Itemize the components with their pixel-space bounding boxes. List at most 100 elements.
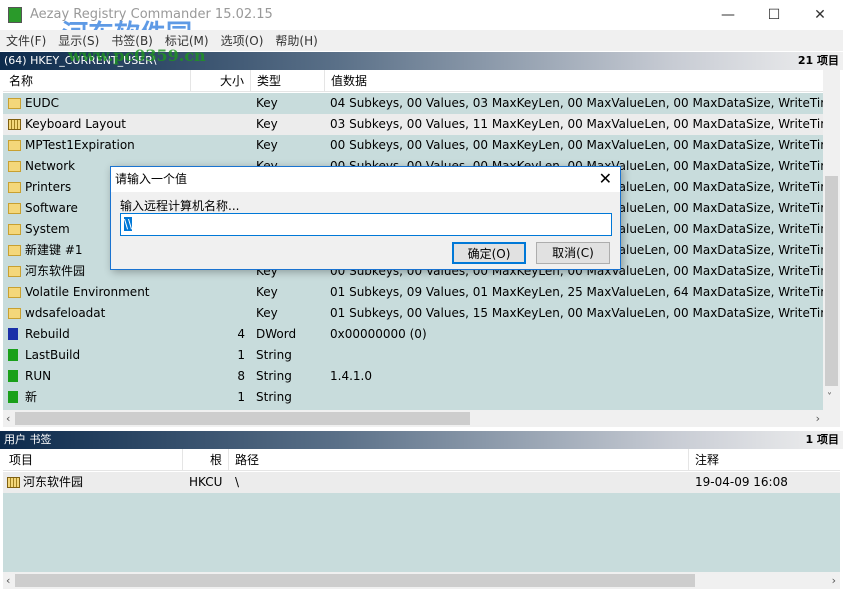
menu-help[interactable]: 帮助(H)	[269, 30, 323, 51]
list-item[interactable]: EUDC Key 04 Subkeys, 00 Values, 03 MaxKe…	[3, 93, 823, 114]
string-value-icon	[8, 391, 18, 403]
folder-icon	[8, 308, 21, 319]
item-size: 1	[237, 390, 245, 404]
item-name: Keyboard Layout	[25, 117, 127, 131]
bookmark-root: HKCU	[189, 475, 223, 489]
item-name: System	[25, 222, 70, 236]
col-type[interactable]: 类型	[251, 70, 325, 92]
item-type: String	[256, 348, 292, 362]
app-icon	[8, 7, 22, 23]
folder-icon	[8, 140, 21, 151]
item-size: 1	[237, 348, 245, 362]
item-name: RUN	[25, 369, 52, 383]
item-data: 03 Subkeys, 00 Values, 11 MaxKeyLen, 00 …	[330, 117, 823, 131]
list-item[interactable]: wdsafeloadat Key 01 Subkeys, 00 Values, …	[3, 303, 823, 324]
bookmarks-horizontal-scrollbar[interactable]: ‹ ›	[3, 572, 840, 589]
title-bar: Aezay Registry Commander 15.02.15 河东软件园 …	[0, 0, 843, 50]
col-size[interactable]: 大小	[191, 70, 251, 92]
list-item[interactable]: RUN 8 String 1.4.1.0	[3, 366, 823, 387]
item-type: Key	[256, 96, 278, 110]
item-data: 1.4.1.0	[330, 369, 372, 383]
col-path[interactable]: 路径	[229, 449, 689, 471]
item-size: 8	[237, 369, 245, 383]
computer-name-input[interactable]: \\	[120, 213, 612, 236]
item-type: Key	[256, 306, 278, 320]
watermark-url: www.pc0359.cn	[68, 46, 206, 65]
scroll-left-icon[interactable]: ‹	[6, 572, 10, 589]
scroll-right-icon[interactable]: ›	[816, 410, 820, 427]
maximize-button[interactable]: ☐	[751, 0, 797, 30]
item-count: 21 项目	[797, 54, 839, 67]
item-type: String	[256, 390, 292, 404]
item-type: DWord	[256, 327, 297, 341]
list-item[interactable]: Rebuild 4 DWord 0x00000000 (0)	[3, 324, 823, 345]
bookmarks-title: 用户 书签	[4, 433, 52, 446]
item-data: 01 Subkeys, 00 Values, 15 MaxKeyLen, 00 …	[330, 306, 823, 320]
scroll-thumb[interactable]	[15, 412, 470, 425]
list-item[interactable]: 新 1 String	[3, 387, 823, 408]
minimize-button[interactable]: —	[705, 0, 751, 30]
bookmarks-column-header: 项目 根 路径 注释	[3, 449, 840, 471]
item-data: 01 Subkeys, 09 Values, 01 MaxKeyLen, 25 …	[330, 285, 823, 299]
item-name: 河东软件园	[25, 264, 86, 278]
item-name: MPTest1Expiration	[25, 138, 135, 152]
list-item[interactable]: MPTest1Expiration Key 00 Subkeys, 00 Val…	[3, 135, 823, 156]
folder-icon	[8, 161, 21, 172]
item-type: Key	[256, 285, 278, 299]
item-name: Printers	[25, 180, 72, 194]
menu-file[interactable]: 文件(F)	[0, 30, 52, 51]
list-item[interactable]: Keyboard Layout Key 03 Subkeys, 00 Value…	[3, 114, 823, 135]
col-data[interactable]: 值数据	[325, 70, 825, 92]
dialog-title: 请输入一个值	[111, 167, 620, 192]
item-data: 00 Subkeys, 00 Values, 00 MaxKeyLen, 00 …	[330, 138, 823, 152]
scroll-right-icon[interactable]: ›	[832, 572, 836, 589]
item-name: Rebuild	[25, 327, 70, 341]
string-value-icon	[8, 349, 18, 361]
item-data: 04 Subkeys, 00 Values, 03 MaxKeyLen, 00 …	[330, 96, 823, 110]
dialog-prompt: 输入远程计算机名称...	[120, 199, 240, 213]
item-type: Key	[256, 138, 278, 152]
registry-key-icon	[8, 119, 21, 130]
col-note[interactable]: 注释	[689, 449, 839, 471]
string-value-icon	[8, 370, 18, 382]
folder-icon	[8, 224, 21, 235]
bookmark-path: \	[235, 475, 240, 489]
scroll-thumb[interactable]	[825, 176, 838, 386]
item-name: EUDC	[25, 96, 59, 110]
folder-icon	[8, 182, 21, 193]
item-data: 0x00000000 (0)	[330, 327, 427, 341]
scroll-left-icon[interactable]: ‹	[6, 410, 10, 427]
bookmarks-list: 河东软件园 HKCU \ 19-04-09 16:08	[3, 472, 840, 572]
ok-button[interactable]: 确定(O)	[452, 242, 526, 264]
item-name: Software	[25, 201, 78, 215]
item-name: LastBuild	[25, 348, 81, 362]
item-name: Volatile Environment	[25, 285, 150, 299]
input-dialog: 请输入一个值 ✕ 输入远程计算机名称... \\ 确定(O) 取消(C)	[110, 166, 621, 270]
dword-value-icon	[8, 328, 18, 340]
bookmarks-count: 1 项目	[805, 433, 839, 446]
horizontal-scrollbar[interactable]: ‹ ›	[3, 410, 840, 427]
list-item[interactable]: Volatile Environment Key 01 Subkeys, 09 …	[3, 282, 823, 303]
item-name: Network	[25, 159, 76, 173]
item-type: Key	[256, 117, 278, 131]
scroll-thumb[interactable]	[15, 574, 695, 587]
input-value: \\	[124, 217, 133, 231]
bookmark-note: 19-04-09 16:08	[695, 475, 788, 489]
item-type: String	[256, 369, 292, 383]
cancel-button[interactable]: 取消(C)	[536, 242, 610, 264]
item-name: 新	[25, 390, 38, 404]
col-name[interactable]: 名称	[3, 70, 191, 92]
col-root[interactable]: 根	[183, 449, 229, 471]
col-item[interactable]: 项目	[3, 449, 183, 471]
vertical-scrollbar[interactable]: ˅	[823, 70, 840, 410]
bookmark-row[interactable]: 河东软件园 HKCU \ 19-04-09 16:08	[3, 472, 840, 493]
folder-icon	[8, 245, 21, 256]
bookmark-item: 河东软件园	[23, 475, 84, 489]
scroll-down-icon[interactable]: ˅	[827, 392, 832, 403]
list-item[interactable]: LastBuild 1 String	[3, 345, 823, 366]
close-button[interactable]: ✕	[797, 0, 843, 30]
dialog-close-icon[interactable]: ✕	[599, 169, 612, 188]
item-name: 新建键 #1	[25, 243, 83, 257]
menu-options[interactable]: 选项(O)	[215, 30, 270, 51]
registry-key-icon	[7, 477, 20, 488]
